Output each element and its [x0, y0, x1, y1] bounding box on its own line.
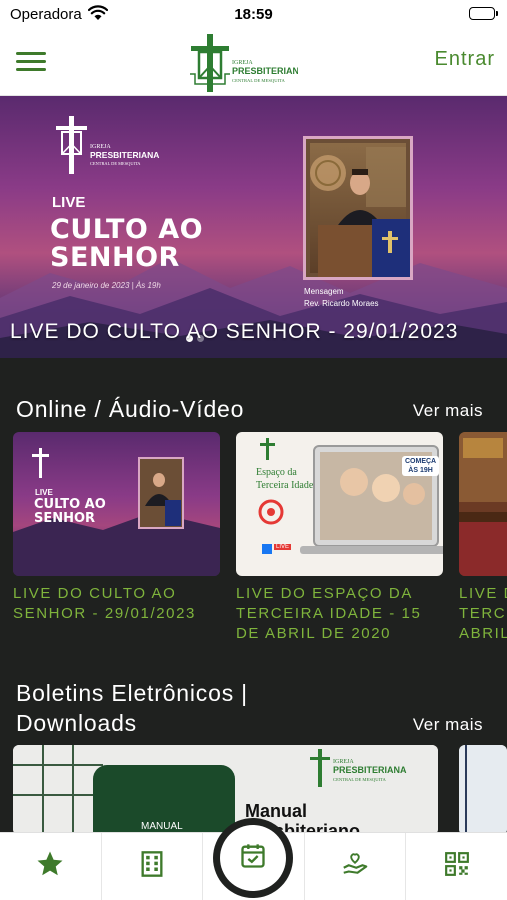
bulletin-card[interactable]: IGREJA PRESBITERIANA CENTRAL DE MESQUITA… [13, 745, 438, 835]
tab-schedule[interactable] [213, 818, 293, 898]
video-thumbnail: COMEÇA ÀS 19H Espaço da Terceira Idade L… [236, 432, 443, 576]
bulletin-card[interactable] [459, 745, 507, 835]
logo-line3: CENTRAL DE MESQUITA [232, 78, 285, 83]
thumb-title-line1: Espaço da [256, 467, 297, 478]
bulletins-see-more-link[interactable]: Ver mais [413, 715, 483, 735]
thumb-title: CULTO AO SENHOR [34, 498, 106, 526]
video-card-label: LIVE DO CULTO TERCEIRA IDADE 08 DE ABRIL [459, 585, 507, 642]
qr-code-icon [444, 851, 470, 882]
tab-qr-code[interactable] [406, 833, 507, 900]
battery-icon [469, 7, 498, 20]
bulletin-title-line1: Manual [245, 801, 308, 821]
church-logo: IGREJA PRESBITERIANA CENTRAL DE MESQUITA [186, 32, 306, 94]
hero-title: CULTO AO SENHOR [50, 216, 203, 272]
thumb-title: Espaço da Terceira Idade [256, 466, 313, 492]
thumb-title-line2: SENHOR [34, 511, 96, 526]
video-card[interactable]: LIVE DO CULTO TERCEIRA IDADE 08 DE ABRIL [459, 432, 507, 644]
thumb-title-line1: CULTO AO [34, 497, 106, 512]
tab-favorites[interactable] [0, 833, 102, 900]
thumb-start-badge: COMEÇA ÀS 19H [402, 456, 440, 476]
login-button[interactable]: Entrar [435, 48, 495, 71]
hand-heart-icon [340, 849, 370, 884]
hero-caption: LIVE DO CULTO AO SENHOR - 29/01/2023 [10, 320, 459, 343]
thumb-live-label: LIVE [35, 488, 53, 497]
speaker-photo [303, 136, 413, 280]
hero-logo-line3: CENTRAL DE MESQUITA [90, 161, 141, 166]
hamburger-menu-button[interactable] [16, 52, 46, 72]
app-screen: Operadora 18:59 IGREJA PRESBITERIANA CEN… [0, 0, 507, 900]
hero-live-label: LIVE [52, 194, 86, 211]
bulletins-section-title: Boletins Eletrônicos | Downloads [16, 678, 248, 738]
bulletins-title-line1: Boletins Eletrônicos | [16, 680, 248, 706]
tab-schedule-inner [220, 825, 286, 891]
star-icon [35, 849, 65, 884]
video-card[interactable]: LIVE CULTO AO SENHOR LIVE DO CULTO AO SE… [13, 432, 223, 624]
hero-banner[interactable]: IGREJA PRESBITERIANA CENTRAL DE MESQUITA… [0, 96, 507, 358]
hero-church-logo: IGREJA PRESBITERIANA CENTRAL DE MESQUITA [52, 114, 172, 181]
building-icon [138, 850, 166, 883]
tab-offerings[interactable] [305, 833, 407, 900]
thumb-live-badge: LIVE [274, 544, 292, 550]
hero-title-line2: SENHOR [50, 242, 180, 273]
online-see-more-link[interactable]: Ver mais [413, 401, 483, 421]
speaker-caption: Mensagem Rev. Ricardo Moraes [304, 286, 379, 310]
clock: 18:59 [234, 6, 273, 23]
logo-line2: PRESBITERIANA [232, 66, 298, 76]
video-card[interactable]: COMEÇA ÀS 19H Espaço da Terceira Idade L… [236, 432, 446, 644]
hero-logo-line2: PRESBITERIANA [90, 150, 159, 160]
bulletin-logo-line2: PRESBITERIANA [333, 765, 407, 775]
video-card-label: LIVE DO CULTO AO SENHOR - 29/01/2023 [13, 585, 196, 622]
message-label: Mensagem [304, 287, 344, 296]
tab-church[interactable] [102, 833, 204, 900]
bulletin-badge: MANUAL [141, 821, 183, 832]
hero-title-line1: CULTO AO [50, 214, 204, 245]
thumb-badge-line2: ÀS 19H [408, 467, 433, 474]
video-thumbnail: LIVE CULTO AO SENHOR [13, 432, 220, 576]
calendar-check-icon [239, 842, 267, 875]
video-thumbnail [459, 432, 507, 576]
thumb-title-line2: Terceira Idade [256, 480, 314, 491]
video-card-label: LIVE DO ESPAÇO DA TERCEIRA IDADE - 15 DE… [236, 585, 422, 642]
thumb-badge-line1: COMEÇA [405, 458, 437, 465]
speaker-name: Rev. Ricardo Moraes [304, 299, 379, 308]
status-bar: Operadora 18:59 [0, 0, 507, 30]
hero-date: 29 de janeiro de 2023 | Às 19h [52, 281, 161, 290]
online-section-title: Online / Áudio-Vídeo [16, 396, 245, 422]
top-nav-bar: IGREJA PRESBITERIANA CENTRAL DE MESQUITA… [0, 30, 507, 96]
bulletins-title-line2: Downloads [16, 710, 137, 736]
bulletin-logo-line3: CENTRAL DE MESQUITA [333, 777, 386, 782]
